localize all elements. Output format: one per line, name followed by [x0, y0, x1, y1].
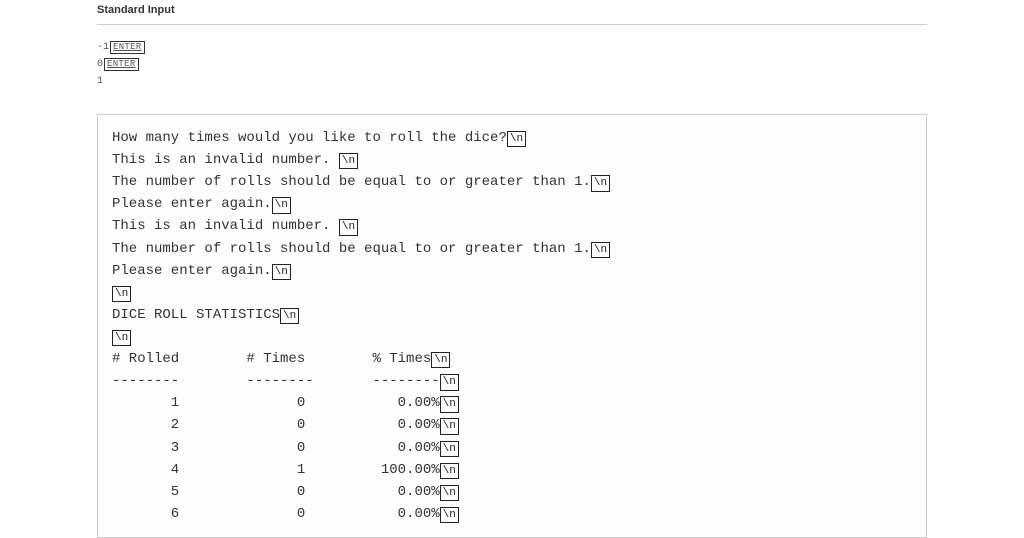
output-line: The number of rolls should be equal to o… [112, 238, 912, 260]
output-panel: How many times would you like to roll th… [97, 114, 927, 538]
output-line: 2 0 0.00%\n [112, 414, 912, 436]
newline-icon: \n [431, 352, 450, 368]
newline-icon: \n [339, 153, 358, 169]
output-text: 5 0 0.00% [112, 484, 440, 500]
output-line: The number of rolls should be equal to o… [112, 171, 912, 193]
output-text: The number of rolls should be equal to o… [112, 241, 591, 257]
newline-icon: \n [272, 197, 291, 213]
output-text: How many times would you like to roll th… [112, 130, 507, 146]
output-text: This is an invalid number. [112, 152, 339, 168]
output-line: \n [112, 282, 912, 304]
output-line: Please enter again.\n [112, 193, 912, 215]
output-line: 4 1 100.00%\n [112, 459, 912, 481]
output-text: This is an invalid number. [112, 218, 339, 234]
output-line: This is an invalid number. \n [112, 215, 912, 237]
output-text: The number of rolls should be equal to o… [112, 174, 591, 190]
input-line: 0ENTER [97, 56, 927, 73]
output-text: 1 0 0.00% [112, 395, 440, 411]
output-text: 3 0 0.00% [112, 440, 440, 456]
newline-icon: \n [280, 308, 299, 324]
newline-icon: \n [440, 485, 459, 501]
output-text: -------- -------- -------- [112, 373, 440, 389]
newline-icon: \n [440, 507, 459, 523]
newline-icon: \n [440, 374, 459, 390]
newline-icon: \n [339, 219, 358, 235]
output-line: 5 0 0.00%\n [112, 481, 912, 503]
newline-icon: \n [112, 330, 131, 346]
output-text: 4 1 100.00% [112, 462, 440, 478]
output-line: This is an invalid number. \n [112, 149, 912, 171]
enter-key-badge: ENTER [104, 58, 139, 71]
newline-icon: \n [112, 286, 131, 302]
newline-icon: \n [272, 264, 291, 280]
input-line: 1 [97, 73, 927, 90]
output-text: DICE ROLL STATISTICS [112, 307, 280, 323]
newline-icon: \n [440, 441, 459, 457]
output-line: \n [112, 326, 912, 348]
output-line: 1 0 0.00%\n [112, 392, 912, 414]
output-line: 6 0 0.00%\n [112, 503, 912, 525]
output-text: 2 0 0.00% [112, 417, 440, 433]
output-text: Please enter again. [112, 263, 272, 279]
output-line: -------- -------- --------\n [112, 370, 912, 392]
input-text: 0 [97, 59, 103, 70]
output-text: # Rolled # Times % Times [112, 351, 431, 367]
output-line: 3 0 0.00%\n [112, 437, 912, 459]
section-heading: Standard Input [97, 0, 927, 25]
output-text: Please enter again. [112, 196, 272, 212]
output-line: # Rolled # Times % Times\n [112, 348, 912, 370]
input-text: -1 [97, 42, 109, 53]
newline-icon: \n [591, 242, 610, 258]
newline-icon: \n [591, 175, 610, 191]
output-line: Please enter again.\n [112, 260, 912, 282]
output-line: DICE ROLL STATISTICS\n [112, 304, 912, 326]
newline-icon: \n [440, 463, 459, 479]
enter-key-badge: ENTER [110, 41, 145, 54]
input-text: 1 [97, 76, 103, 87]
newline-icon: \n [440, 418, 459, 434]
page-container: Standard Input -1ENTER0ENTER1 How many t… [29, 0, 995, 538]
output-text: 6 0 0.00% [112, 506, 440, 522]
newline-icon: \n [440, 396, 459, 412]
newline-icon: \n [507, 131, 526, 147]
input-line: -1ENTER [97, 39, 927, 56]
output-line: How many times would you like to roll th… [112, 127, 912, 149]
standard-input-block: -1ENTER0ENTER1 [97, 25, 927, 90]
